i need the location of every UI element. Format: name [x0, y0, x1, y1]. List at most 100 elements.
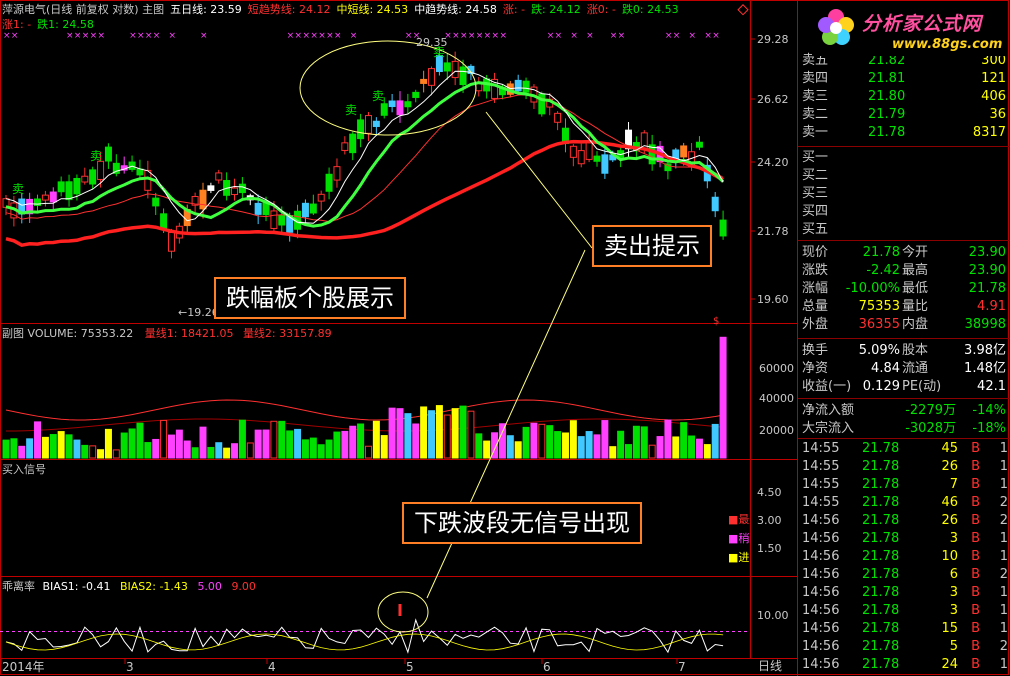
volume-bar — [467, 410, 475, 459]
signal-x-marker: × — [66, 31, 74, 41]
signal-legend-item: ■稍 — [728, 532, 750, 545]
ask-row[interactable]: 卖二 21.79 36 — [798, 106, 1010, 124]
quote-value: 21.78 — [862, 245, 900, 260]
bid-level-label: 买四 — [802, 204, 829, 219]
ask-row[interactable]: 卖四 21.81 121 — [798, 70, 1010, 88]
signal-axis-label: 3.00 — [757, 514, 782, 527]
header-indicator: 涨: - — [502, 3, 526, 16]
volume-bar — [688, 435, 696, 459]
stat-label: PE(动) — [902, 379, 942, 394]
bid-level-label: 买五 — [802, 222, 829, 237]
candle — [238, 183, 246, 194]
bid-row[interactable]: 买一 — [798, 149, 1010, 167]
quote-label: 内盘 — [902, 317, 929, 332]
tick-row[interactable]: 14:56 21.78 3 B 1 — [798, 584, 1010, 602]
tick-time: 14:56 — [802, 621, 840, 636]
volume-bar — [81, 444, 89, 459]
bid-row[interactable]: 买四 — [798, 203, 1010, 221]
tick-price: 21.78 — [862, 621, 900, 636]
price-axis-label: 19.60 — [757, 293, 789, 306]
tick-price: 21.78 — [862, 531, 900, 546]
bid-row[interactable]: 买二 — [798, 167, 1010, 185]
candle — [333, 166, 341, 181]
bid-row[interactable]: 买三 — [798, 185, 1010, 203]
volume-bar — [349, 425, 357, 459]
tick-row[interactable]: 14:55 21.78 26 B 1 — [798, 458, 1010, 476]
tick-count: 1 — [999, 477, 1008, 492]
period-label[interactable]: 日线 — [758, 660, 782, 673]
tick-row[interactable]: 14:56 21.78 26 B 2 — [798, 512, 1010, 530]
signal-header: 买入信号 — [2, 463, 46, 476]
quote-row[interactable]: 现价 21.78 今开 23.90 — [798, 244, 1010, 262]
stat-value: 3.98亿 — [964, 343, 1006, 358]
volume-bar — [554, 431, 562, 459]
tick-side: B — [971, 603, 980, 618]
candle — [364, 115, 372, 134]
signal-x-marker: × — [334, 31, 342, 41]
candle — [420, 78, 428, 84]
ask-row[interactable]: 卖一 21.78 8317 — [798, 124, 1010, 142]
signal-x-marker: × — [153, 31, 161, 41]
candle — [49, 191, 57, 203]
tick-row[interactable]: 14:56 21.78 15 B 1 — [798, 620, 1010, 638]
quote-label: 最高 — [902, 263, 929, 278]
signal-x-marker: × — [460, 31, 468, 41]
bid-row[interactable]: 买五 — [798, 221, 1010, 239]
volume-bar — [648, 444, 656, 459]
candle — [396, 100, 404, 116]
tick-row[interactable]: 14:56 21.78 10 B 1 — [798, 548, 1010, 566]
volume-bar — [538, 423, 546, 459]
signal-x-marker: × — [82, 31, 90, 41]
stat-row[interactable]: 收益(一) 0.129 PE(动) 42.1 — [798, 378, 1010, 396]
tick-row[interactable]: 14:55 21.78 46 B 2 — [798, 494, 1010, 512]
signal-x-marker: × — [673, 31, 681, 41]
tick-time: 14:56 — [802, 567, 840, 582]
volume-bar — [89, 445, 97, 459]
price-axis-label: 21.78 — [757, 225, 789, 238]
quote-label: 今开 — [902, 245, 929, 260]
stat-row[interactable]: 换手 5.09% 股本 3.98亿 — [798, 342, 1010, 360]
logo-title: 分析家公式网 — [862, 13, 983, 35]
tick-row[interactable]: 14:56 21.78 24 B 1 — [798, 656, 1010, 674]
date-axis-label: 6 — [543, 660, 551, 674]
flow-label: 净流入额 — [802, 403, 855, 418]
quote-label: 量比 — [902, 299, 929, 314]
candle — [104, 146, 112, 162]
quote-value: 23.90 — [968, 245, 1006, 260]
quote-row[interactable]: 涨幅 -10.00% 最低 21.78 — [798, 280, 1010, 298]
dollar-marker: $ — [713, 316, 720, 327]
tick-row[interactable]: 14:56 21.78 3 B 1 — [798, 602, 1010, 620]
tick-row[interactable]: 14:56 21.78 5 B 2 — [798, 638, 1010, 656]
volume-bar — [664, 419, 672, 459]
signal-x-marker: × — [468, 31, 476, 41]
tick-price: 21.78 — [862, 513, 900, 528]
price-header-title: 萍源电气(日线 前复权 对数) 主图 — [2, 3, 165, 16]
quote-row[interactable]: 涨跌 -2.42 最高 23.90 — [798, 262, 1010, 280]
quote-row[interactable]: 总量 75353 量比 4.91 — [798, 298, 1010, 316]
signal-x-marker: × — [476, 31, 484, 41]
tick-price: 21.78 — [862, 639, 900, 654]
flow-row[interactable]: 净流入额 -2279万 -14% — [798, 402, 1010, 420]
tick-row[interactable]: 14:56 21.78 3 B 1 — [798, 530, 1010, 548]
volume-bar — [18, 445, 26, 459]
volume-bar — [483, 440, 491, 459]
tick-count: 1 — [999, 603, 1008, 618]
tick-row[interactable]: 14:56 21.78 6 B 2 — [798, 566, 1010, 584]
signal-x-marker: × — [200, 31, 208, 41]
tick-row[interactable]: 14:55 21.78 45 B 1 — [798, 440, 1010, 458]
bias1-line — [5, 618, 724, 654]
ask-row[interactable]: 卖三 21.80 406 — [798, 88, 1010, 106]
stat-row[interactable]: 净资 4.84 流通 1.48亿 — [798, 360, 1010, 378]
tick-row[interactable]: 14:55 21.78 7 B 1 — [798, 476, 1010, 494]
volume-bar — [388, 407, 396, 459]
volume-bar — [26, 438, 34, 459]
signal-x-marker: × — [11, 31, 19, 41]
volume-ma2-line — [5, 418, 724, 432]
volume-bar — [514, 441, 522, 459]
candle — [388, 100, 396, 108]
flow-row[interactable]: 大宗流入 -3028万 -18% — [798, 420, 1010, 438]
candle — [680, 145, 688, 158]
volume-bar — [451, 408, 459, 459]
volume-bar — [2, 439, 10, 459]
quote-row[interactable]: 外盘 36355 内盘 38998 — [798, 316, 1010, 334]
